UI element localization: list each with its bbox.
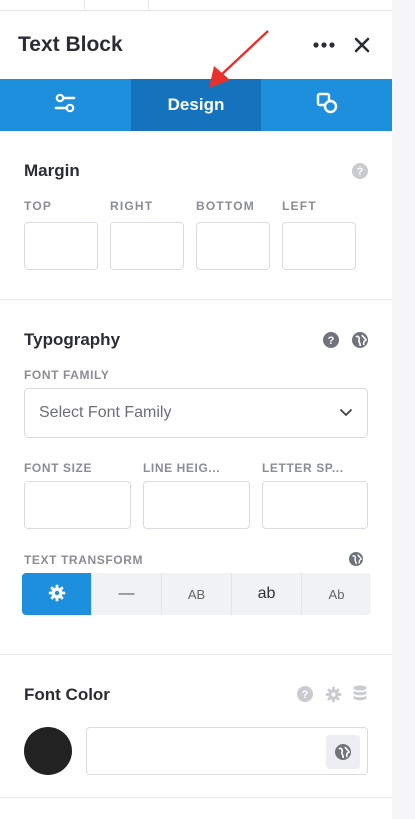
margin-right-input[interactable] xyxy=(110,222,184,270)
typography-section: Typography ? FONT FAMILY Select Font Fam… xyxy=(0,300,392,655)
transform-uppercase-option[interactable]: AB xyxy=(162,573,232,615)
margin-section: Margin ? TOP RIGHT BOTTOM LEFT xyxy=(0,131,392,300)
top-strip xyxy=(0,0,392,11)
typography-title: Typography xyxy=(24,330,121,349)
tab-design-label: Design xyxy=(167,95,225,114)
font-color-input[interactable] xyxy=(86,727,368,775)
text-transform-label: TEXT TRANSFORM xyxy=(24,553,144,567)
margin-left-label: LEFT xyxy=(282,199,317,213)
transform-lowercase-label: ab xyxy=(257,585,276,602)
svg-text:?: ? xyxy=(302,689,309,701)
margin-bottom-label: BOTTOM xyxy=(196,199,255,213)
margin-right-label: RIGHT xyxy=(110,199,154,213)
panel-tabs: Design xyxy=(0,79,392,131)
transform-default-option[interactable] xyxy=(22,573,92,615)
chevron-down-icon xyxy=(339,404,353,422)
font-family-placeholder: Select Font Family xyxy=(39,404,172,421)
text-transform-control: — AB ab Ab xyxy=(22,573,371,615)
transform-capitalize-option[interactable]: Ab xyxy=(302,573,371,615)
database-icon[interactable] xyxy=(353,685,367,708)
transform-lowercase-option[interactable]: ab xyxy=(232,573,302,615)
font-color-section: Font Color ? xyxy=(0,655,392,798)
annotation-arrow xyxy=(209,30,269,88)
help-icon[interactable]: ? xyxy=(352,163,368,184)
close-icon[interactable] xyxy=(350,33,374,57)
sliders-icon xyxy=(54,93,76,118)
font-family-select[interactable]: Select Font Family xyxy=(24,388,368,438)
tab-general[interactable] xyxy=(0,79,131,131)
help-icon[interactable]: ? xyxy=(297,686,313,707)
gear-icon[interactable] xyxy=(325,686,342,708)
font-color-title: Font Color xyxy=(24,685,110,704)
margin-left-input[interactable] xyxy=(282,222,356,270)
shapes-icon xyxy=(316,92,338,119)
transform-uppercase-label: AB xyxy=(187,586,206,602)
tab-advanced[interactable] xyxy=(261,79,392,131)
margin-top-input[interactable] xyxy=(24,222,98,270)
help-icon[interactable]: ? xyxy=(323,332,339,353)
panel-header: Text Block xyxy=(0,11,392,79)
margin-top-label: TOP xyxy=(24,199,53,213)
letter-spacing-label: LETTER SP... xyxy=(262,461,344,475)
svg-text:?: ? xyxy=(357,166,364,178)
font-size-input[interactable] xyxy=(24,481,131,529)
font-family-label: FONT FAMILY xyxy=(24,368,110,382)
margin-bottom-input[interactable] xyxy=(196,222,270,270)
margin-title: Margin xyxy=(24,161,80,180)
line-height-input[interactable] xyxy=(143,481,250,529)
more-options-icon[interactable] xyxy=(312,33,336,57)
transform-capitalize-label: Ab xyxy=(328,586,345,602)
text-block-panel: Text Block Design Margin ? TOP RIGHT BOT… xyxy=(0,0,392,819)
adjacent-scrollbar-area xyxy=(391,0,415,819)
globe-icon[interactable] xyxy=(352,332,368,353)
globe-icon[interactable] xyxy=(349,552,363,571)
transform-none-label: — xyxy=(118,585,135,602)
letter-spacing-input[interactable] xyxy=(262,481,368,529)
transform-none-option[interactable]: — xyxy=(92,573,162,615)
gear-icon xyxy=(48,584,66,605)
font-size-label: FONT SIZE xyxy=(24,461,93,475)
color-swatch[interactable] xyxy=(24,727,72,775)
line-height-label: LINE HEIG... xyxy=(143,461,221,475)
globe-icon[interactable] xyxy=(326,735,360,769)
svg-text:?: ? xyxy=(328,335,335,347)
